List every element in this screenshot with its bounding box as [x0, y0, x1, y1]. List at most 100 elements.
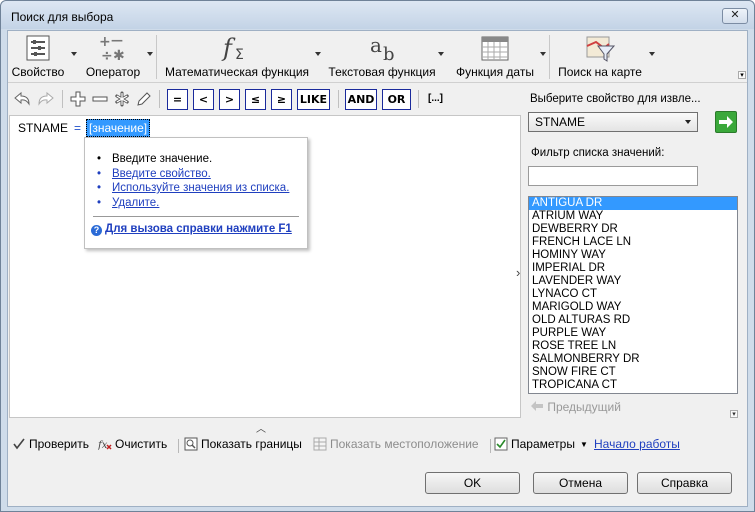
property-list-icon [21, 33, 55, 63]
list-item[interactable]: ROSE TREE LN [529, 340, 737, 353]
operator-dropdown-arrow[interactable] [147, 52, 153, 56]
expression-value-placeholder[interactable]: [значение] [86, 119, 151, 137]
toolbar-separator [62, 90, 63, 108]
help-link-label: Для вызова справки нажмите F1 [105, 223, 292, 235]
calendar-icon [478, 33, 512, 63]
svg-text:fx: fx [98, 440, 108, 451]
list-item[interactable]: ATRIUM WAY [529, 210, 737, 223]
ribbon-separator [549, 35, 550, 79]
plus-icon[interactable] [68, 89, 88, 109]
svg-text:✱: ✱ [113, 48, 125, 62]
collapse-panel-icon[interactable]: › [516, 265, 520, 280]
more-operators-button[interactable]: [...] [428, 93, 443, 104]
list-item[interactable]: PURPLE WAY [529, 327, 737, 340]
date-function-ribbon-label: Функция даты [456, 65, 534, 79]
svg-text:a: a [370, 34, 382, 57]
and-operator-button[interactable]: AND [345, 89, 377, 110]
hint-enter-property-link[interactable]: Введите свойство. [97, 167, 289, 182]
expression-property[interactable]: STNAME [18, 121, 68, 135]
getting-started-link[interactable]: Начало работы [594, 437, 680, 451]
map-search-ribbon-button[interactable]: Поиск на карте [554, 31, 646, 83]
values-listbox[interactable]: ANTIGUA DR ATRIUM WAY DEWBERRY DR FRENCH… [528, 196, 738, 394]
text-function-icon: ab [365, 33, 399, 63]
map-search-dropdown-arrow[interactable] [649, 52, 655, 56]
ribbon-menu-arrow[interactable]: ▾ [738, 71, 746, 79]
toolbar-separator [159, 90, 160, 108]
equals-operator-button[interactable]: = [167, 89, 188, 110]
expression-operator[interactable]: = [74, 121, 81, 135]
date-function-ribbon-button[interactable]: Функция даты [452, 31, 538, 83]
list-item[interactable]: DEWBERRY DR [529, 223, 737, 236]
check-button[interactable]: Проверить [12, 437, 89, 451]
text-function-ribbon-button[interactable]: ab Текстовая функция [326, 31, 438, 83]
date-function-dropdown-arrow[interactable] [540, 52, 546, 56]
property-ribbon-label: Свойство [11, 65, 65, 79]
cancel-button[interactable]: Отмена [533, 472, 628, 494]
math-function-ribbon-label: Математическая функция [164, 65, 310, 79]
checkmark-icon [13, 438, 25, 450]
or-operator-button[interactable]: OR [382, 89, 411, 110]
property-ribbon-button[interactable]: Свойство [10, 31, 66, 83]
list-item[interactable]: IMPERIAL DR [529, 262, 737, 275]
help-link[interactable]: ? Для вызова справки нажмите F1 [91, 223, 292, 236]
list-item[interactable]: SNOW FIRE CT [529, 366, 737, 379]
list-item[interactable]: SALMONBERRY DR [529, 353, 737, 366]
command-separator [490, 439, 491, 453]
zoom-bounds-icon [184, 437, 198, 451]
apply-property-button[interactable] [715, 111, 737, 133]
hint-delete-link[interactable]: Удалите. [97, 196, 289, 211]
operator-ribbon-button[interactable]: + — ÷ ✱ Оператор [80, 31, 146, 83]
list-item[interactable]: OLD ALTURAS RD [529, 314, 737, 327]
less-or-equal-operator-button[interactable]: ≤ [245, 89, 266, 110]
previous-label: Предыдущий [547, 400, 621, 414]
greater-or-equal-operator-button[interactable]: ≥ [271, 89, 292, 110]
ok-button[interactable]: OK [425, 472, 520, 494]
pencil-icon[interactable] [134, 89, 154, 109]
select-property-label: Выберите свойство для извле... [530, 93, 701, 105]
clear-button[interactable]: fx Очистить [98, 437, 167, 451]
list-item[interactable]: LAVENDER WAY [529, 275, 737, 288]
toolbar-separator [418, 90, 419, 108]
splitter-chevron-up-icon[interactable]: ︿ [256, 420, 266, 435]
like-operator-button[interactable]: LIKE [297, 89, 330, 110]
list-item[interactable]: TROPICANA CT [529, 379, 737, 392]
show-location-button[interactable]: Показать местоположение [313, 437, 479, 451]
parameters-checkbox-icon [494, 437, 508, 451]
previous-button[interactable]: Предыдущий [530, 400, 621, 414]
hint-use-list-values-link[interactable]: Используйте значения из списка. [97, 181, 289, 196]
list-item[interactable]: HOMINY WAY [529, 249, 737, 262]
greater-than-operator-button[interactable]: > [219, 89, 240, 110]
asterisk-icon[interactable] [112, 89, 132, 109]
minus-icon[interactable] [90, 89, 110, 109]
operator-icon: + — ÷ ✱ [96, 33, 130, 63]
math-function-dropdown-arrow[interactable] [315, 52, 321, 56]
close-button[interactable]: ✕ [722, 8, 748, 24]
svg-text:Σ: Σ [235, 47, 244, 62]
parameters-button[interactable]: Параметры ▼ [494, 437, 588, 451]
filter-label: Фильтр списка значений: [531, 147, 665, 159]
expression-editor[interactable]: STNAME = [значение] Введите значение. Вв… [9, 115, 521, 418]
panel-menu-arrow[interactable]: ▾ [730, 410, 738, 418]
help-button[interactable]: Справка [637, 472, 732, 494]
less-than-operator-button[interactable]: < [193, 89, 214, 110]
list-item[interactable]: MARIGOLD WAY [529, 301, 737, 314]
undo-icon[interactable] [12, 89, 32, 109]
title-bar: Поиск для выбора ✕ [1, 1, 754, 29]
show-bounds-button[interactable]: Показать границы [184, 437, 302, 451]
property-dropdown-arrow[interactable] [71, 52, 77, 56]
clear-expression-icon: fx [98, 440, 112, 451]
math-function-ribbon-button[interactable]: fΣ Математическая функция [162, 31, 312, 83]
list-item[interactable]: ANTIGUA DR [529, 197, 737, 210]
text-function-dropdown-arrow[interactable] [438, 52, 444, 56]
list-item[interactable]: FRENCH LACE LN [529, 236, 737, 249]
property-select[interactable]: STNAME [528, 112, 698, 132]
command-separator [178, 439, 179, 453]
text-function-ribbon-label: Текстовая функция [328, 65, 436, 79]
check-label: Проверить [29, 437, 90, 451]
operator-ribbon-label: Оператор [85, 65, 141, 79]
property-select-value: STNAME [535, 115, 586, 129]
filter-input[interactable] [528, 166, 698, 186]
value-hint-popup: Введите значение. Введите свойство. Испо… [84, 137, 308, 249]
list-item[interactable]: LYNACO CT [529, 288, 737, 301]
redo-icon[interactable] [36, 89, 56, 109]
